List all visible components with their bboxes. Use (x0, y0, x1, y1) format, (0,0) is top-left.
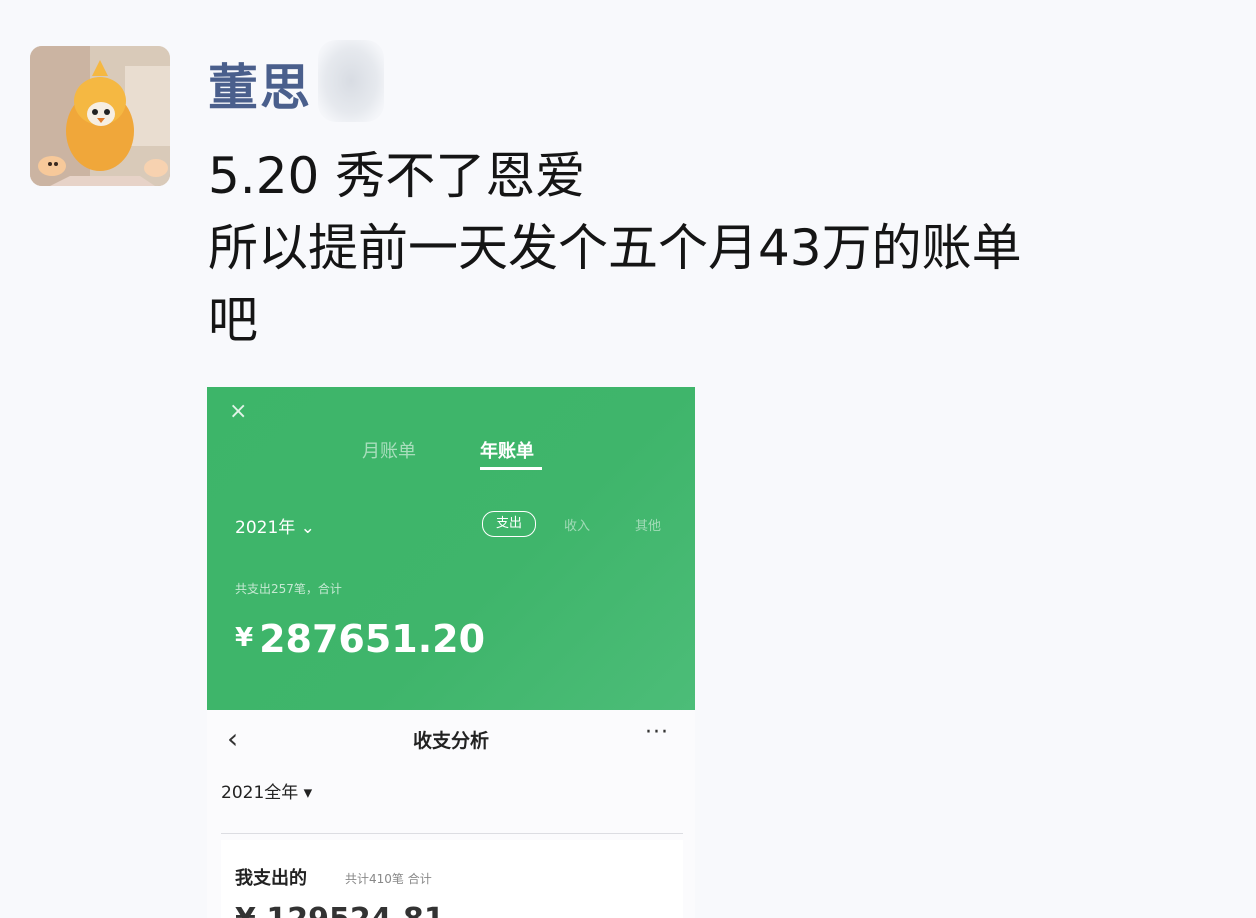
expense-card: 我支出的 共计410笔 合计 ¥ 129524.81 (221, 840, 683, 918)
card-amount: ¥ 129524.81 (235, 902, 445, 918)
post-line: 所以提前一天发个五个月43万的账单 (208, 219, 1022, 277)
currency-symbol: ¥ (235, 623, 254, 653)
filter-expense: 支出 (482, 511, 536, 537)
tab-annual-bill: 年账单 (480, 441, 534, 462)
avatar[interactable] (30, 46, 170, 186)
close-icon: × (229, 399, 248, 424)
total-amount: ¥287651.20 (235, 617, 485, 661)
filter-other: 其他 (635, 519, 662, 534)
analysis-screenshot[interactable]: ‹ 收支分析 ··· 2021全年 ▾ 我支出的 共计410笔 合计 ¥ 129… (207, 710, 695, 918)
tab-monthly-bill: 月账单 (362, 441, 416, 462)
expense-summary: 共支出257笔，合计 (235, 582, 342, 596)
divider (221, 833, 683, 834)
redaction-blur (318, 40, 384, 122)
year-selector: 2021年 ⌄ (235, 518, 315, 538)
post-line: 5.20 秀不了恩爱 (208, 147, 586, 205)
username[interactable]: 董思 (208, 48, 312, 120)
card-label: 我支出的 (235, 868, 307, 889)
filter-income: 收入 (564, 519, 591, 534)
post-line: 吧 (208, 291, 258, 349)
moment-post: 董思 5.20 秀不了恩爱 所以提前一天发个五个月43万的账单 吧 × 月账单 … (0, 0, 1256, 918)
amount-value: 287651.20 (259, 617, 486, 661)
avatar-image (30, 46, 170, 186)
card-meta: 共计410笔 合计 (345, 872, 432, 886)
annual-bill-screenshot[interactable]: × 月账单 年账单 2021年 ⌄ 支出 收入 其他 共支出257笔，合计 ¥2… (207, 387, 695, 710)
post-text: 5.20 秀不了恩爱 所以提前一天发个五个月43万的账单 吧 (208, 140, 1208, 356)
nav-title: 收支分析 (412, 730, 489, 752)
more-icon: ··· (645, 720, 669, 745)
tab-indicator (480, 467, 542, 470)
period-selector: 2021全年 ▾ (221, 783, 313, 803)
